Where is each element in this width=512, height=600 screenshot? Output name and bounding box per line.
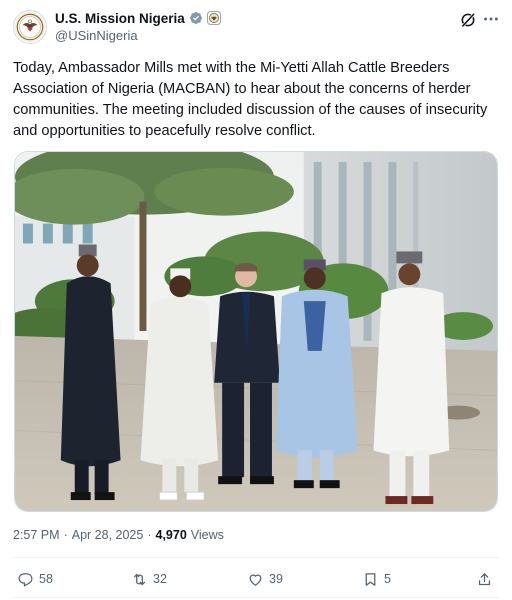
- share-icon: [478, 572, 491, 585]
- government-badge-icon[interactable]: [206, 11, 221, 25]
- more-options-button[interactable]: [481, 9, 501, 29]
- tweet-date[interactable]: Apr 28, 2025: [72, 528, 144, 542]
- repost-button[interactable]: 32: [131, 567, 167, 591]
- tweet-text: Today, Ambassador Mills met with the Mi-…: [13, 60, 488, 139]
- tweet-card: U.S. Mission Nigeria @USinNigeria Today,…: [0, 0, 512, 600]
- more-options-icon: [484, 17, 498, 21]
- like-count: 39: [269, 572, 283, 586]
- action-bar: 58 32 39 5: [13, 567, 499, 591]
- divider: [13, 597, 499, 598]
- verified-badge-icon[interactable]: [189, 11, 203, 25]
- author-name-row: U.S. Mission Nigeria: [55, 9, 221, 27]
- tweet-time[interactable]: 2:57 PM: [13, 528, 60, 542]
- like-button[interactable]: 39: [247, 567, 283, 591]
- group-photo-image: [15, 152, 497, 511]
- divider: [13, 557, 499, 558]
- share-button[interactable]: [476, 567, 493, 591]
- reply-button[interactable]: 58: [17, 567, 53, 591]
- tweet-photo[interactable]: [14, 151, 498, 512]
- repost-count: 32: [153, 572, 167, 586]
- meta-separator: ·: [147, 528, 152, 542]
- repost-icon: [133, 573, 146, 585]
- bookmark-count: 5: [384, 572, 391, 586]
- views-count: 4,970: [155, 528, 187, 542]
- us-embassy-seal-icon: [14, 11, 46, 43]
- bookmark-button[interactable]: 5: [362, 567, 391, 591]
- reply-icon: [18, 572, 33, 587]
- bookmark-icon: [365, 572, 376, 586]
- tweet-meta: 2:57 PM · Apr 28, 2025 · 4,970 Views: [13, 528, 224, 542]
- author-handle[interactable]: @USinNigeria: [55, 28, 138, 43]
- author-display-name[interactable]: U.S. Mission Nigeria: [55, 11, 185, 26]
- like-icon: [249, 574, 262, 586]
- reply-count: 58: [39, 572, 53, 586]
- views-label: Views: [190, 528, 224, 542]
- meta-separator: ·: [63, 528, 68, 542]
- author-avatar[interactable]: [13, 10, 47, 44]
- grok-icon[interactable]: [459, 11, 477, 29]
